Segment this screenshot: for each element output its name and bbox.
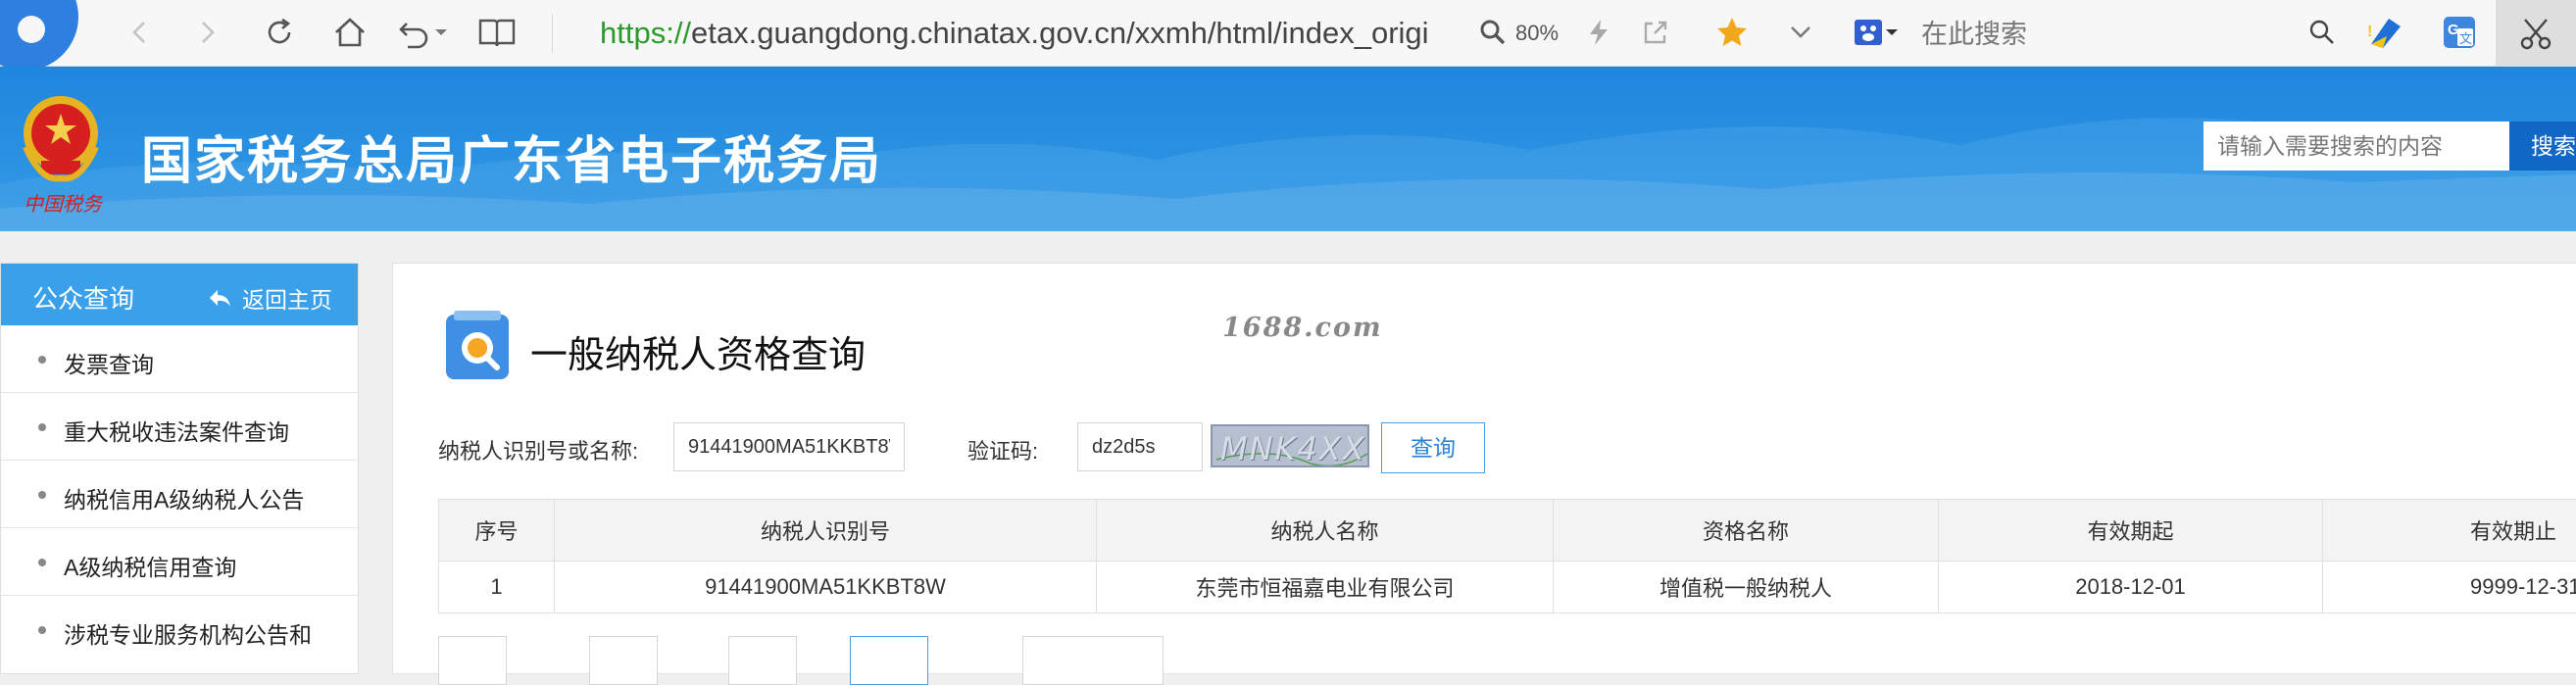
svg-text:!: ! [2367,24,2372,40]
search-engine-icon[interactable] [1851,10,1900,55]
captcha-label: 验证码: [967,434,1038,465]
site-search-input[interactable] [2204,122,2509,171]
bookmark-icon[interactable]: ! [2362,10,2407,55]
sidebar-title: 公众查询 [32,279,134,316]
tax-emblem-icon [12,88,110,194]
zoom-level[interactable]: 80% [1515,14,1559,53]
forward-icon[interactable] [184,10,229,55]
table-row: 1 91441900MA51KKBT8W 东莞市恒福嘉电业有限公司 增值税一般纳… [439,562,2576,613]
captcha-image[interactable]: MNK4XX [1211,424,1369,467]
pager-first[interactable] [438,636,507,685]
bullet-icon [38,559,46,566]
url-separator [552,14,553,53]
sidebar-item-violation-cases[interactable]: 重大税收违法案件查询 [1,393,358,461]
back-icon[interactable] [118,10,163,55]
star-icon[interactable] [1709,10,1755,55]
table-cell: 1 [439,562,555,613]
browser-search-input[interactable] [1919,14,2296,55]
browser-logo [0,0,78,71]
share-icon[interactable] [1633,10,1678,55]
pager-page[interactable] [728,636,797,685]
table-cell: 2018-12-01 [1939,562,2323,613]
url-text: etax.guangdong.chinatax.gov.cn/xxmh/html… [691,16,1429,50]
sidebar-item-credit-a-notice[interactable]: 纳税信用A级纳税人公告 [1,461,358,528]
table-cell: 增值税一般纳税人 [1554,562,1939,613]
sidebar-header: 公众查询 返回主页 [1,264,358,325]
home-icon[interactable] [327,10,372,55]
chevron-down-icon[interactable] [431,10,451,55]
back-home-button[interactable]: 返回主页 [207,281,332,315]
scissors-icon[interactable] [2496,0,2576,66]
column-header: 纳税人识别号 [555,500,1097,562]
bullet-icon [38,626,46,634]
taxpayer-label: 纳税人识别号或名称: [438,434,638,465]
column-header: 有效期止 [2323,500,2576,562]
reader-icon[interactable] [474,10,520,55]
sidebar-item-invoice[interactable]: 发票查询 [1,325,358,393]
search-icon[interactable] [2300,10,2345,55]
translate-icon[interactable]: G文 [2437,10,2482,55]
page-title: 一般纳税人资格查询 [530,324,866,378]
reload-icon[interactable] [257,10,302,55]
emblem-caption: 中国税务 [24,188,102,217]
address-bar[interactable]: https://etax.guangdong.chinatax.gov.cn/x… [600,14,1441,53]
sidebar-item-label: 重大税收违法案件查询 [64,414,289,447]
table-cell: 东莞市恒福嘉电业有限公司 [1097,562,1554,613]
bullet-icon [38,491,46,499]
column-header: 序号 [439,500,555,562]
lightning-icon[interactable] [1576,10,1621,55]
table-cell: 91441900MA51KKBT8W [555,562,1097,613]
browser-toolbar: https://etax.guangdong.chinatax.gov.cn/x… [0,0,2576,67]
chevron-down-icon[interactable] [1778,10,1823,55]
svg-text:G: G [2448,22,2459,38]
table-cell: 9999-12-31 [2323,562,2576,613]
column-header: 有效期起 [1939,500,2323,562]
sidebar-item-tax-service-agencies[interactable]: 涉税专业服务机构公告和 [1,596,358,663]
sidebar-item-label: 涉税专业服务机构公告和 [64,616,312,650]
pager-current[interactable] [850,636,928,685]
bullet-icon [38,356,46,364]
query-button[interactable]: 查询 [1381,422,1485,473]
svg-text:文: 文 [2459,31,2472,46]
sidebar: 公众查询 返回主页 发票查询 重大税收违法案件查询 纳税信用A级纳税人公告 A级… [0,263,359,674]
column-header: 资格名称 [1554,500,1939,562]
bullet-icon [38,423,46,431]
url-scheme: https:// [600,16,691,50]
result-table: 序号 纳税人识别号 纳税人名称 资格名称 有效期起 有效期止 1 9144190… [438,499,2576,613]
back-arrow-icon [207,287,232,309]
back-home-label: 返回主页 [242,281,332,315]
search-document-icon [444,311,513,381]
sidebar-item-label: 纳税信用A级纳税人公告 [64,481,304,514]
site-title: 国家税务总局广东省电子税务局 [141,120,882,193]
pager-size-select[interactable] [1022,636,1164,685]
site-search-button[interactable]: 搜索 [2509,122,2576,171]
sidebar-item-credit-a-query[interactable]: A级纳税信用查询 [1,528,358,596]
sidebar-item-label: A级纳税信用查询 [64,549,236,582]
site-header: 中国税务 国家税务总局广东省电子税务局 搜索 [0,67,2576,231]
captcha-text: MNK4XX [1220,430,1366,467]
table-header-row: 序号 纳税人识别号 纳税人名称 资格名称 有效期起 有效期止 [439,500,2576,562]
taxpayer-id-input[interactable] [673,422,905,471]
column-header: 纳税人名称 [1097,500,1554,562]
captcha-input[interactable] [1077,422,1203,471]
pager-prev[interactable] [589,636,658,685]
main-content: 一般纳税人资格查询 1688.com 纳税人识别号或名称: 验证码: MNK4X… [392,263,2576,674]
zoom-icon[interactable] [1470,10,1515,55]
sidebar-item-label: 发票查询 [64,346,154,379]
watermark: 1688.com [1222,313,1383,343]
